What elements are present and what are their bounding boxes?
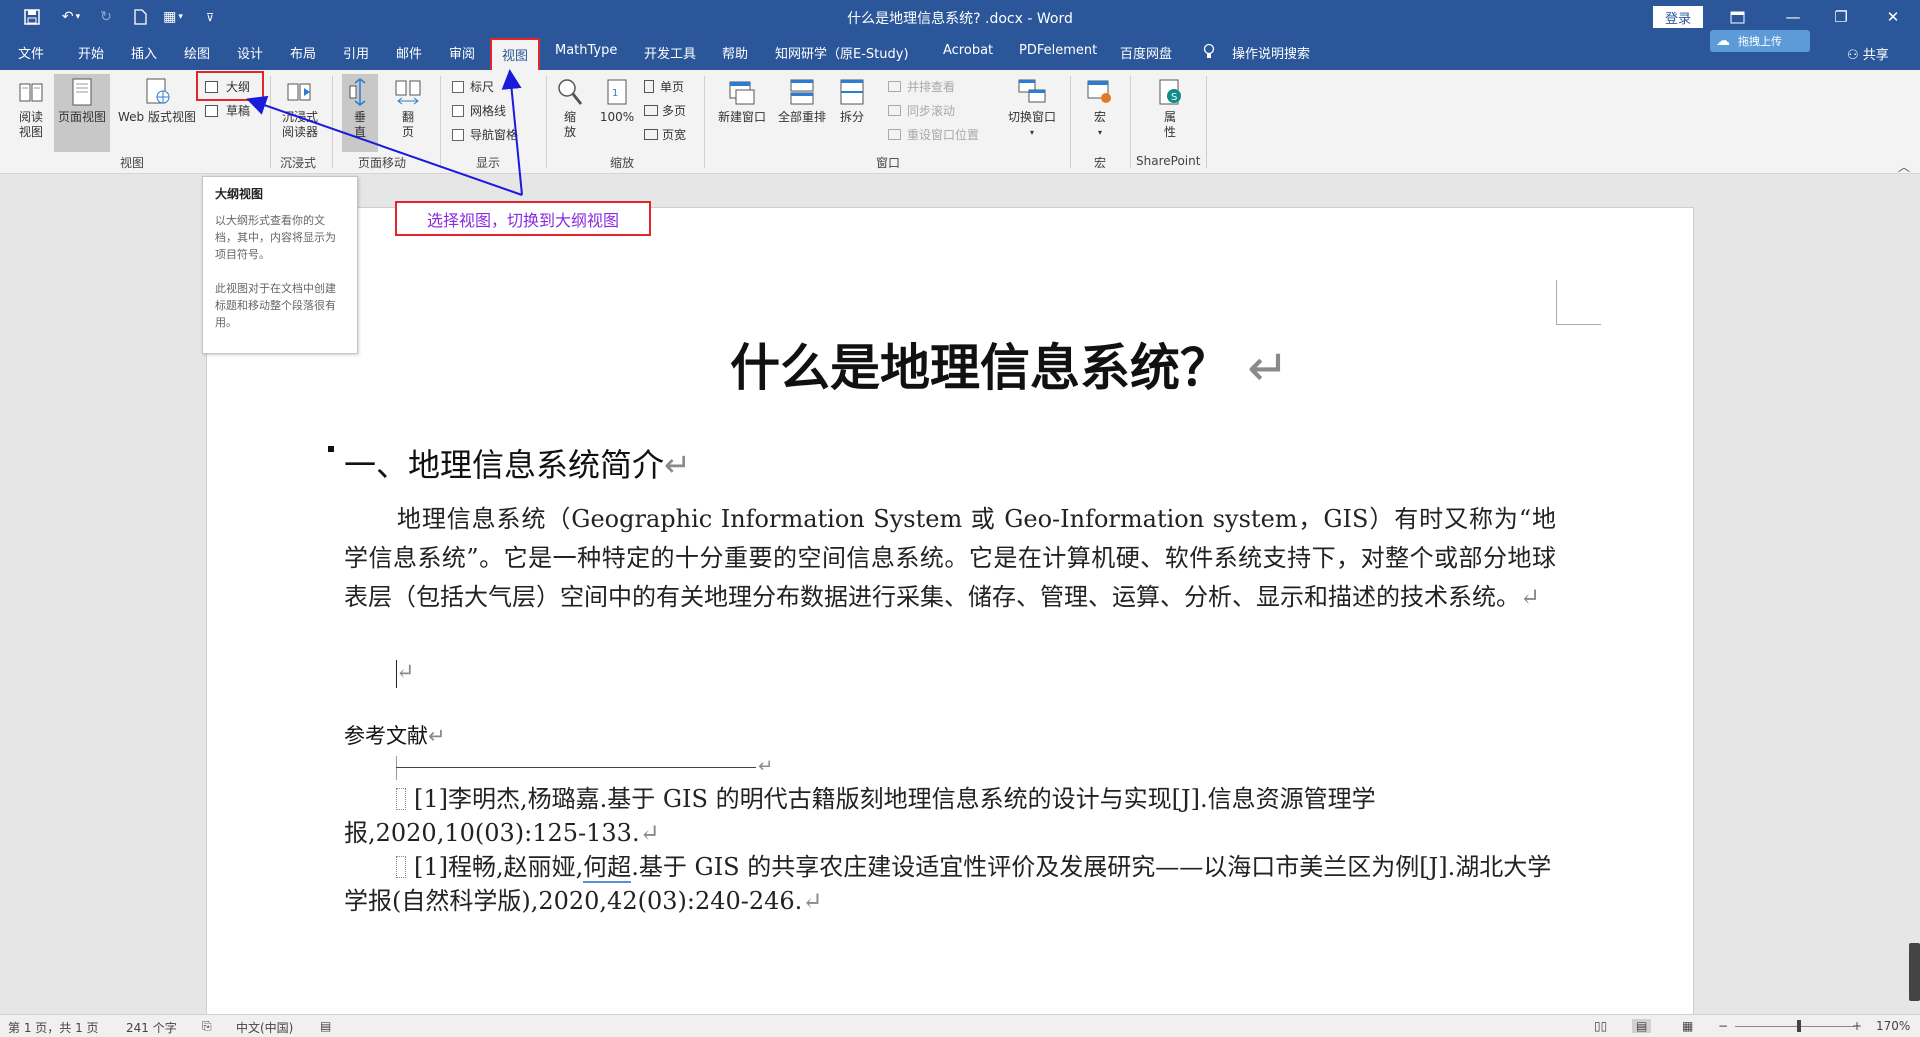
print-layout-view-icon[interactable]: ▤ — [1632, 1019, 1652, 1033]
macro-record-icon[interactable]: ▤ — [320, 1019, 331, 1033]
vertical-scrollbar-thumb[interactable] — [1909, 943, 1920, 1001]
web-layout-view-icon[interactable]: ▦ — [1682, 1019, 1693, 1033]
status-bar: 第 1 页，共 1 页 241 个字 ⎘ 中文(中国) ▤ ▯▯ ▤ ▦ − +… — [0, 1014, 1920, 1037]
read-mode-view-icon[interactable]: ▯▯ — [1594, 1019, 1607, 1033]
zoom-out-icon[interactable]: − — [1718, 1019, 1728, 1033]
arrow-to-view-tab — [501, 69, 523, 196]
proofing-icon[interactable]: ⎘ — [202, 1019, 212, 1034]
annotation-arrows — [246, 69, 523, 196]
word-count[interactable]: 241 个字 — [126, 1019, 177, 1036]
language-indicator[interactable]: 中文(中国) — [236, 1019, 293, 1036]
zoom-level[interactable]: 170% — [1876, 1019, 1910, 1033]
zoom-slider-track[interactable] — [1735, 1026, 1855, 1027]
zoom-slider-thumb[interactable] — [1797, 1020, 1801, 1032]
page-count[interactable]: 第 1 页，共 1 页 — [8, 1019, 99, 1036]
zoom-in-icon[interactable]: + — [1852, 1019, 1862, 1033]
arrow-to-outline-button — [246, 95, 523, 196]
